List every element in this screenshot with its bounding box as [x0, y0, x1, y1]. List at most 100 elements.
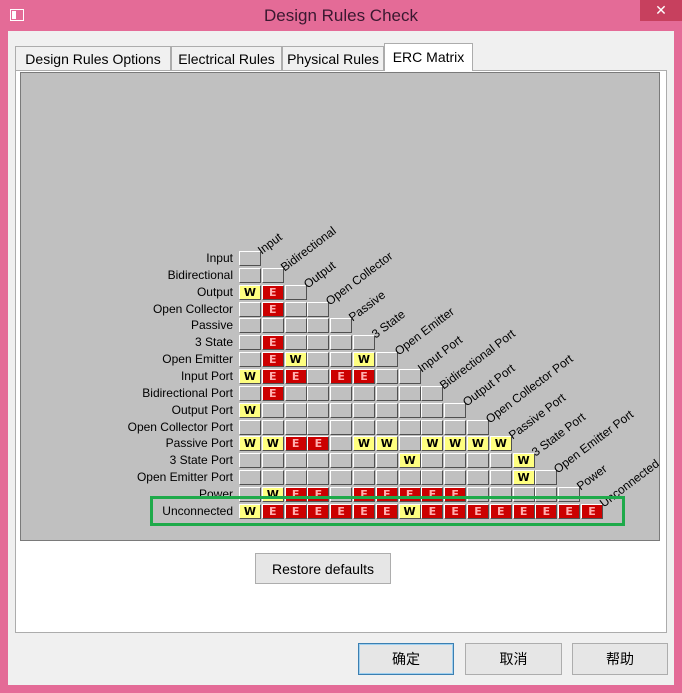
matrix-cell[interactable]	[307, 335, 330, 351]
matrix-cell[interactable]: E	[353, 368, 375, 384]
matrix-cell[interactable]: W	[261, 436, 284, 452]
restore-defaults-button[interactable]: Restore defaults	[255, 553, 391, 584]
matrix-cell[interactable]: W	[512, 470, 535, 486]
tab-erc-matrix[interactable]: ERC Matrix	[384, 43, 473, 71]
matrix-cell[interactable]: W	[353, 352, 375, 368]
matrix-cell[interactable]	[353, 402, 375, 418]
matrix-cell[interactable]	[353, 470, 375, 486]
matrix-cell[interactable]	[307, 385, 330, 401]
matrix-cell[interactable]: E	[284, 436, 307, 452]
matrix-cell[interactable]	[307, 402, 330, 418]
matrix-cell[interactable]: W	[353, 436, 375, 452]
matrix-cell[interactable]: W	[284, 352, 307, 368]
matrix-cell[interactable]	[375, 352, 398, 368]
matrix-cell[interactable]	[330, 470, 353, 486]
title-bar[interactable]: Design Rules Check ✕	[0, 0, 682, 31]
matrix-cell[interactable]: E	[330, 368, 353, 384]
matrix-cell[interactable]	[375, 402, 398, 418]
matrix-cell[interactable]: E	[284, 368, 307, 384]
matrix-cell[interactable]	[467, 453, 489, 469]
matrix-cell[interactable]	[375, 453, 398, 469]
matrix-cell[interactable]	[375, 470, 398, 486]
matrix-cell[interactable]	[421, 470, 444, 486]
matrix-cell[interactable]	[330, 385, 353, 401]
matrix-cell[interactable]	[353, 453, 375, 469]
matrix-cell[interactable]	[284, 419, 307, 435]
matrix-cell[interactable]: W	[444, 436, 467, 452]
tab-design-rules-options[interactable]: Design Rules Options	[15, 46, 171, 70]
matrix-cell[interactable]	[307, 419, 330, 435]
matrix-cell[interactable]	[261, 419, 284, 435]
matrix-cell[interactable]	[330, 436, 353, 452]
cancel-button[interactable]: 取消	[465, 643, 562, 675]
matrix-cell[interactable]: W	[239, 368, 261, 384]
matrix-cell[interactable]	[398, 436, 421, 452]
matrix-cell[interactable]	[353, 419, 375, 435]
matrix-cell[interactable]: W	[421, 436, 444, 452]
matrix-cell[interactable]	[398, 402, 421, 418]
matrix-cell[interactable]	[307, 470, 330, 486]
matrix-cell[interactable]	[330, 335, 353, 351]
matrix-cell[interactable]	[284, 301, 307, 317]
matrix-cell[interactable]	[284, 402, 307, 418]
matrix-cell[interactable]	[467, 470, 489, 486]
matrix-cell[interactable]: E	[261, 352, 284, 368]
matrix-cell[interactable]	[444, 402, 467, 418]
matrix-cell[interactable]	[239, 318, 261, 334]
matrix-cell[interactable]	[444, 419, 467, 435]
matrix-cell[interactable]	[261, 318, 284, 334]
matrix-cell[interactable]: W	[239, 284, 261, 300]
matrix-cell[interactable]: E	[307, 436, 330, 452]
matrix-cell[interactable]	[284, 335, 307, 351]
matrix-cell[interactable]	[375, 385, 398, 401]
matrix-cell[interactable]	[489, 453, 512, 469]
matrix-cell[interactable]	[421, 402, 444, 418]
matrix-cell[interactable]: W	[398, 453, 421, 469]
matrix-cell[interactable]	[239, 352, 261, 368]
matrix-cell[interactable]	[353, 335, 375, 351]
matrix-cell[interactable]	[284, 453, 307, 469]
matrix-cell[interactable]: E	[261, 301, 284, 317]
matrix-cell[interactable]	[330, 419, 353, 435]
matrix-cell[interactable]	[421, 385, 444, 401]
matrix-cell[interactable]	[307, 453, 330, 469]
matrix-cell[interactable]	[398, 419, 421, 435]
matrix-cell[interactable]: W	[239, 402, 261, 418]
matrix-cell[interactable]	[261, 453, 284, 469]
matrix-cell[interactable]	[239, 301, 261, 317]
matrix-cell[interactable]: E	[261, 368, 284, 384]
matrix-cell[interactable]	[375, 419, 398, 435]
matrix-cell[interactable]	[330, 402, 353, 418]
matrix-cell[interactable]	[307, 368, 330, 384]
matrix-cell[interactable]	[239, 453, 261, 469]
matrix-cell[interactable]	[307, 352, 330, 368]
matrix-cell[interactable]	[421, 419, 444, 435]
matrix-cell[interactable]: W	[375, 436, 398, 452]
help-button[interactable]: 帮助	[572, 643, 668, 675]
matrix-cell[interactable]	[284, 470, 307, 486]
matrix-cell[interactable]	[398, 368, 421, 384]
matrix-cell[interactable]	[284, 318, 307, 334]
matrix-cell[interactable]: W	[239, 436, 261, 452]
matrix-cell[interactable]	[489, 470, 512, 486]
ok-button[interactable]: 确定	[358, 643, 454, 675]
matrix-cell[interactable]	[467, 419, 489, 435]
matrix-cell[interactable]	[307, 318, 330, 334]
matrix-cell[interactable]	[239, 470, 261, 486]
matrix-cell[interactable]	[330, 318, 353, 334]
matrix-cell[interactable]	[444, 453, 467, 469]
matrix-cell[interactable]	[239, 251, 261, 266]
matrix-cell[interactable]	[261, 470, 284, 486]
tab-physical-rules[interactable]: Physical Rules	[282, 46, 384, 70]
matrix-cell[interactable]	[239, 267, 261, 283]
matrix-cell[interactable]	[375, 368, 398, 384]
close-button[interactable]: ✕	[640, 0, 682, 21]
matrix-cell[interactable]	[261, 402, 284, 418]
matrix-cell[interactable]	[398, 470, 421, 486]
matrix-cell[interactable]	[330, 453, 353, 469]
matrix-cell[interactable]	[239, 419, 261, 435]
matrix-cell[interactable]	[398, 385, 421, 401]
matrix-cell[interactable]: W	[489, 436, 512, 452]
matrix-cell[interactable]	[535, 470, 558, 486]
matrix-cell[interactable]	[421, 453, 444, 469]
